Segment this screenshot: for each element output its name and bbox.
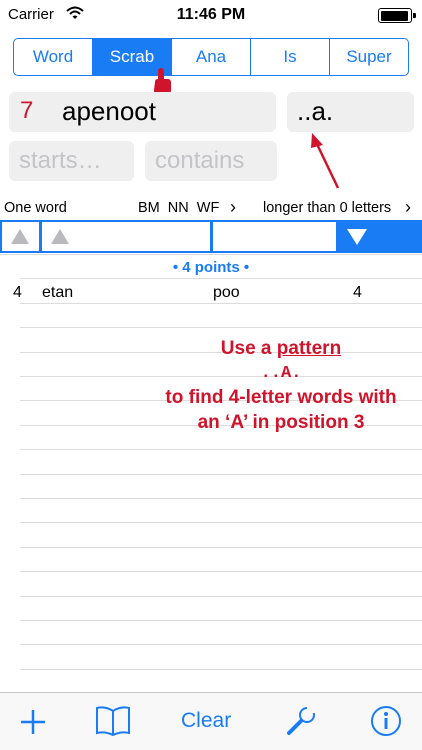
letter-count: 7 <box>20 97 34 124</box>
arrow-annotation-icon <box>311 133 340 189</box>
list-separator <box>20 644 422 645</box>
info-icon[interactable] <box>370 705 402 737</box>
sort-column-word[interactable] <box>42 222 210 251</box>
annotation-line-3: to find 4-letter words with <box>165 387 397 408</box>
status-time: 11:46 PM <box>176 6 246 23</box>
starts-placeholder: starts… <box>19 147 102 174</box>
mode-label[interactable]: One word <box>4 200 67 216</box>
sort-up-icon <box>51 229 69 244</box>
pattern-link: pattern <box>276 338 342 359</box>
list-separator <box>0 254 422 255</box>
tab-super[interactable]: Super <box>330 39 408 75</box>
bottom-toolbar: Clear <box>0 692 422 750</box>
contains-field[interactable]: contains <box>145 141 277 181</box>
status-bar: Carrier 11:46 PM <box>0 0 422 30</box>
add-icon[interactable] <box>20 709 46 735</box>
list-separator <box>20 669 422 670</box>
chevron-right-icon[interactable]: › <box>405 197 411 218</box>
battery-icon <box>378 8 416 23</box>
sort-column-3[interactable] <box>213 222 336 251</box>
list-separator <box>20 474 422 475</box>
clear-button[interactable]: Clear <box>181 709 231 733</box>
list-separator <box>20 449 422 450</box>
row-dictionary: poo <box>213 284 240 301</box>
pattern-field[interactable]: ..a. <box>287 92 414 132</box>
list-separator <box>20 327 422 328</box>
group-header: • 4 points • <box>172 259 250 276</box>
book-icon[interactable] <box>95 705 131 737</box>
dictionary-flags[interactable]: BM NN WF <box>138 200 219 216</box>
list-separator <box>20 571 422 572</box>
list-separator <box>20 278 422 279</box>
letters-field[interactable]: 7 apenoot <box>9 92 276 132</box>
wrench-icon[interactable] <box>285 705 317 737</box>
contains-placeholder: contains <box>155 147 245 174</box>
tab-is[interactable]: Is <box>251 39 330 75</box>
sort-up-icon <box>11 229 29 244</box>
list-separator <box>20 303 422 304</box>
starts-field[interactable]: starts… <box>9 141 134 181</box>
tab-word[interactable]: Word <box>14 39 93 75</box>
tab-ana[interactable]: Ana <box>172 39 251 75</box>
table-row[interactable]: 4 etan poo 4 <box>0 284 422 304</box>
row-score: 4 <box>13 284 22 301</box>
sort-down-icon[interactable] <box>347 229 367 245</box>
sort-column-1[interactable] <box>2 222 39 251</box>
annotation-line-1: Use a pattern <box>220 338 342 359</box>
pattern-value: ..a. <box>297 96 334 126</box>
annotation-line-2: ..A. <box>260 364 302 383</box>
list-separator <box>20 547 422 548</box>
list-separator <box>20 498 422 499</box>
column-header-bar <box>0 220 422 253</box>
list-separator <box>20 522 422 523</box>
mode-segmented-control: Word Scrab Ana Is Super <box>13 38 409 76</box>
letters-value: apenoot <box>62 96 156 126</box>
list-separator <box>20 620 422 621</box>
row-word: etan <box>42 284 74 301</box>
length-filter[interactable]: longer than 0 letters <box>263 200 391 216</box>
annotation-line-4: an ‘A’ in position 3 <box>197 412 365 433</box>
list-separator <box>20 596 422 597</box>
options-row: One word BM NN WF › longer than 0 letter… <box>0 196 422 220</box>
row-length: 4 <box>353 284 362 301</box>
chevron-right-icon[interactable]: › <box>230 197 236 218</box>
